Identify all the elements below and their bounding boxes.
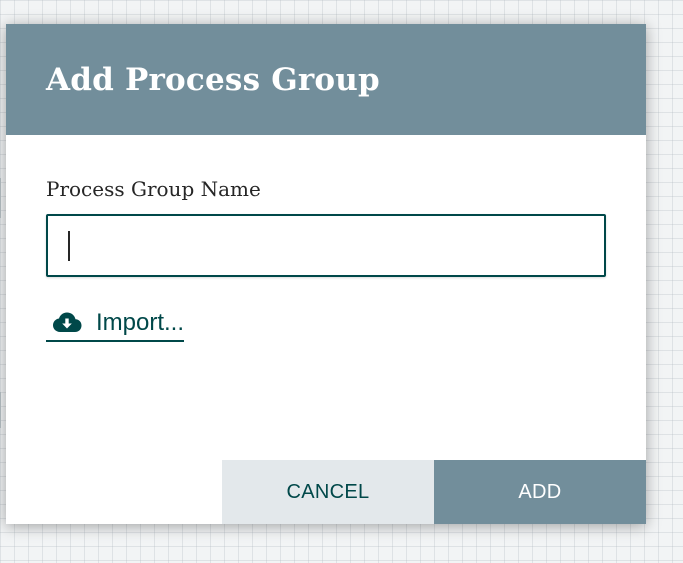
dialog-title: Add Process Group [46, 61, 380, 98]
cloud-download-icon [52, 311, 82, 335]
add-process-group-dialog: Add Process Group Process Group Name Imp… [6, 24, 646, 524]
process-group-name-label: Process Group Name [46, 177, 261, 201]
import-label: Import... [96, 309, 185, 336]
cancel-button[interactable]: CANCEL [222, 460, 434, 524]
dialog-header: Add Process Group [6, 24, 646, 135]
add-button[interactable]: ADD [434, 460, 646, 524]
import-link[interactable]: Import... [46, 306, 185, 342]
text-caret [68, 231, 70, 261]
dialog-footer: CANCEL ADD [6, 460, 646, 524]
process-group-name-input[interactable] [46, 214, 606, 277]
